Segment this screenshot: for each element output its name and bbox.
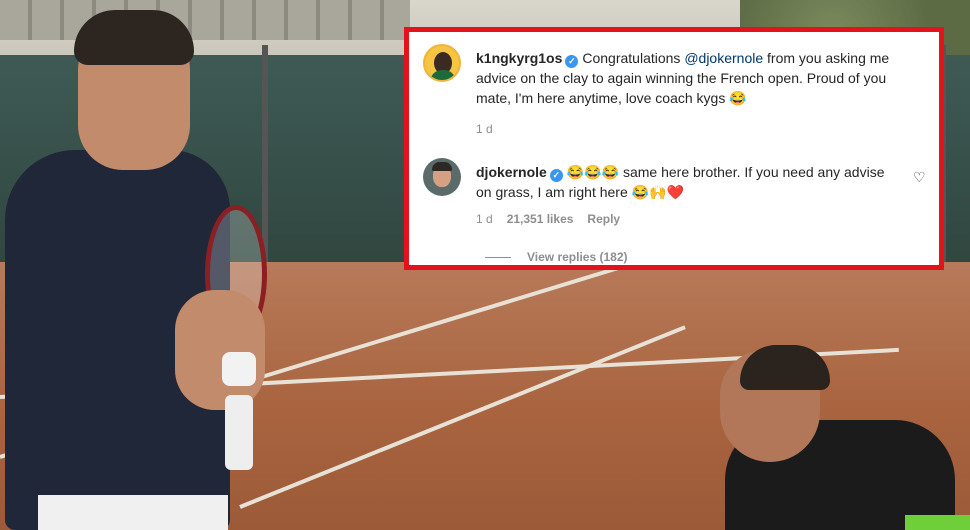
avatar-hair (432, 162, 452, 171)
verified-badge-icon: ✓ (549, 169, 563, 182)
view-replies-button[interactable]: View replies (182) (485, 250, 628, 264)
verified-badge-icon: ✓ (565, 55, 579, 68)
emoji-group-icon: 😂🙌❤️ (631, 184, 684, 200)
building (0, 0, 410, 40)
heart-outline-icon[interactable]: ♡ (913, 170, 927, 184)
mention-link[interactable]: @djokernole (684, 50, 763, 66)
wristband (222, 352, 256, 386)
green-bag (905, 515, 970, 530)
avatar-shirt (430, 70, 456, 80)
player-standing-hair (74, 10, 194, 65)
laughing-emoji-icon: 😂😂😂 (566, 164, 620, 180)
comment-card: k1ngkyrg1os ✓ Congratulations @djokernole … (404, 27, 944, 270)
comment-age: 1 d (476, 212, 493, 226)
racket-handle (225, 395, 253, 470)
comment-text-part: Congratulations (582, 50, 685, 66)
comment-meta: 1 d (476, 122, 493, 136)
view-replies-label: View replies (182) (527, 250, 628, 264)
comment-text: k1ngkyrg1os ✓ Congratulations @djokernole … (476, 48, 895, 108)
comment-text: djokernole ✓ 😂😂😂 same here brother. If you… (476, 162, 895, 202)
avatar-yellow-ring-icon[interactable] (423, 44, 461, 82)
player-standing-arm (175, 290, 265, 410)
replies-divider (485, 256, 511, 258)
username[interactable]: djokernole (476, 164, 547, 180)
comment-meta: 1 d 21,351 likes Reply (476, 212, 620, 226)
laughing-emoji-icon: 😂 (729, 90, 747, 106)
comment-age: 1 d (476, 122, 493, 136)
username[interactable]: k1ngkyrg1os (476, 50, 562, 66)
player-standing-shorts (38, 495, 228, 530)
reply-button[interactable]: Reply (587, 212, 620, 226)
avatar-photo-icon[interactable] (423, 158, 461, 196)
likes-count[interactable]: 21,351 likes (507, 212, 574, 226)
